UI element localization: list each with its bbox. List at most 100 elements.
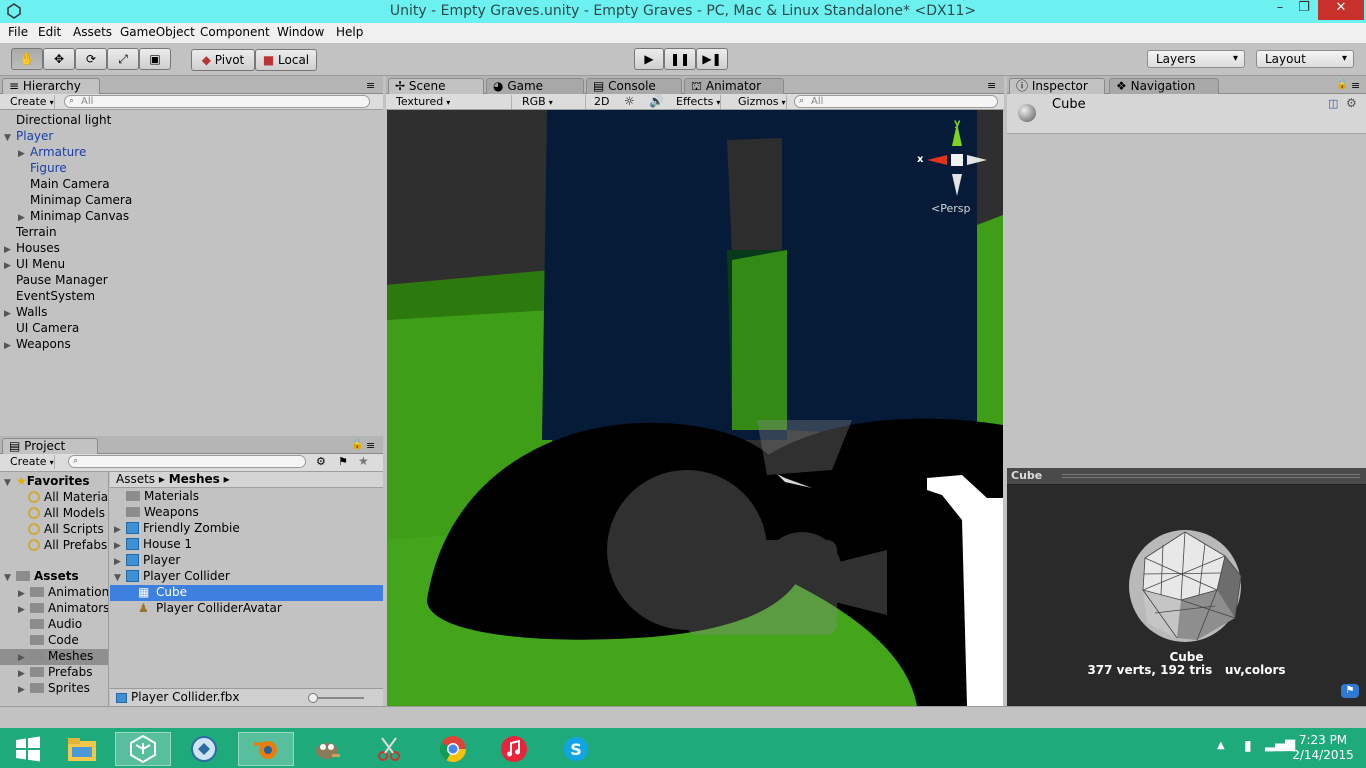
filter-label-icon[interactable]: ⚑ (338, 455, 348, 468)
asset-labels-icon[interactable]: ⚑ (1341, 684, 1359, 698)
start-button[interactable] (0, 732, 56, 766)
hierarchy-item[interactable]: UI Camera (0, 321, 383, 337)
breadcrumb-assets[interactable]: Assets (116, 472, 155, 486)
2d-toggle[interactable]: 2D (594, 95, 609, 108)
asset-folder[interactable]: Code (0, 633, 108, 649)
file-item[interactable]: ▶ Friendly Zombie (110, 521, 383, 537)
menu-gameobject[interactable]: GameObject (120, 25, 195, 39)
menu-assets[interactable]: Assets (73, 25, 112, 39)
system-clock[interactable]: 7:23 PM 2/14/2015 (1290, 733, 1356, 763)
assets-section[interactable]: ▼ Assets (0, 569, 108, 585)
orientation-gizmo[interactable]: y x <Persp (912, 118, 1002, 218)
file-item-selected[interactable]: ▦ Cube (110, 585, 383, 601)
lighting-toggle-icon[interactable]: ☼ (624, 94, 635, 108)
rect-tool-button[interactable]: ▣ (139, 48, 171, 70)
hierarchy-item[interactable]: EventSystem (0, 289, 383, 305)
show-hidden-icons-icon[interactable]: ▲ (1217, 740, 1225, 751)
collapsed-arrow-icon[interactable]: ▶ (4, 259, 16, 274)
menu-file[interactable]: File (8, 25, 28, 39)
collapsed-arrow-icon[interactable]: ▶ (114, 555, 126, 570)
help-icon[interactable]: ◫ (1328, 97, 1338, 110)
hierarchy-item[interactable]: Terrain (0, 225, 383, 241)
expanded-arrow-icon[interactable]: ▼ (114, 571, 126, 586)
favorite-item[interactable]: All Prefabs (0, 538, 108, 554)
project-create-dropdown[interactable]: Create (6, 455, 55, 469)
snipping-tool-taskbar-icon[interactable] (361, 732, 417, 766)
lock-icon[interactable]: 🔒 (351, 439, 363, 450)
minimize-button[interactable]: – (1268, 0, 1292, 20)
battery-icon[interactable]: ▮ (1244, 738, 1252, 754)
asset-folder[interactable]: ▶ Animators (0, 601, 108, 617)
collapsed-arrow-icon[interactable]: ▶ (114, 523, 126, 538)
scene-search-input[interactable]: All (794, 95, 998, 108)
hierarchy-item[interactable]: ▶ UI Menu (0, 257, 383, 273)
effects-dropdown[interactable]: Effects (672, 95, 722, 109)
tab-project[interactable]: ▤ Project (2, 438, 98, 455)
filter-type-icon[interactable]: ⚙ (316, 455, 326, 468)
tab-console[interactable]: ▤ Console (586, 78, 682, 95)
hierarchy-item[interactable]: ▶ Armature (0, 145, 383, 161)
shading-mode-dropdown[interactable]: Textured (392, 95, 512, 109)
favorite-star-icon[interactable]: ★ (358, 454, 369, 468)
collapsed-arrow-icon[interactable]: ▶ (18, 683, 30, 698)
move-tool-button[interactable]: ✥ (43, 48, 75, 70)
skype-taskbar-icon[interactable]: S (548, 732, 604, 766)
tab-inspector[interactable]: ⓘ Inspector (1009, 78, 1105, 95)
file-item[interactable]: ▶ House 1 (110, 537, 383, 553)
hierarchy-item[interactable]: Figure (0, 161, 383, 177)
hand-tool-button[interactable]: ✋ (11, 48, 43, 70)
scale-tool-button[interactable]: ⤢ (107, 48, 139, 70)
hierarchy-item[interactable]: Main Camera (0, 177, 383, 193)
menu-edit[interactable]: Edit (38, 25, 61, 39)
tab-hierarchy[interactable]: ≡ Hierarchy (2, 78, 100, 95)
blender-taskbar-icon[interactable] (238, 732, 294, 766)
zoom-slider-thumb[interactable] (308, 693, 318, 703)
collapsed-arrow-icon[interactable]: ▶ (18, 667, 30, 682)
play-button[interactable]: ▶ (634, 48, 664, 70)
expanded-arrow-icon[interactable]: ▼ (4, 131, 16, 146)
tab-navigation[interactable]: ❖ Navigation (1109, 78, 1219, 95)
hierarchy-item[interactable]: ▶ Houses (0, 241, 383, 257)
breadcrumb-meshes[interactable]: Meshes (169, 472, 220, 486)
hierarchy-item[interactable]: Minimap Camera (0, 193, 383, 209)
projection-label[interactable]: <Persp (931, 202, 970, 215)
asset-folder[interactable]: ▶ Sprites (0, 681, 108, 697)
collapsed-arrow-icon[interactable]: ▶ (114, 539, 126, 554)
panel-menu-icon[interactable]: ≡ (1351, 79, 1360, 92)
hierarchy-search-input[interactable]: All (64, 95, 370, 108)
lock-icon[interactable]: 🔒 (1336, 79, 1348, 90)
unity-taskbar-icon[interactable] (115, 732, 171, 766)
panel-menu-icon[interactable]: ≡ (987, 79, 996, 92)
hierarchy-item[interactable]: ▶ Weapons (0, 337, 383, 353)
chrome-taskbar-icon[interactable] (425, 732, 481, 766)
hierarchy-create-dropdown[interactable]: Create (6, 95, 55, 109)
asset-folder-selected[interactable]: ▶ Meshes (0, 649, 108, 665)
favorite-item[interactable]: All Scripts (0, 522, 108, 538)
gimp-taskbar-icon[interactable] (299, 732, 355, 766)
favorites-section[interactable]: ▼ ★Favorites (0, 474, 108, 490)
collapsed-arrow-icon[interactable]: ▶ (18, 603, 30, 618)
collapsed-arrow-icon[interactable]: ▶ (4, 339, 16, 354)
collapsed-arrow-icon[interactable]: ▶ (18, 651, 30, 666)
layout-dropdown[interactable]: Layout (1256, 50, 1354, 68)
menu-component[interactable]: Component (200, 25, 270, 39)
gizmos-dropdown[interactable]: Gizmos (734, 95, 787, 109)
zoom-slider[interactable] (308, 693, 364, 703)
cube-mesh-preview[interactable] (1125, 528, 1247, 646)
close-button[interactable]: ✕ (1318, 0, 1364, 20)
layers-dropdown[interactable]: Layers (1147, 50, 1245, 68)
file-item[interactable]: ▶ Player (110, 553, 383, 569)
hierarchy-item[interactable]: ▼ Player (0, 129, 383, 145)
file-explorer-taskbar-icon[interactable] (54, 732, 110, 766)
file-item[interactable]: ♟ Player ColliderAvatar (110, 601, 383, 617)
preview-resize-handle[interactable] (1062, 474, 1360, 478)
tab-game[interactable]: ◕ Game (486, 78, 584, 95)
hierarchy-item[interactable]: Pause Manager (0, 273, 383, 289)
expanded-arrow-icon[interactable]: ▼ (4, 476, 16, 491)
favorite-item[interactable]: All Material (0, 490, 108, 506)
asset-folder[interactable]: ▶ Animations (0, 585, 108, 601)
pause-button[interactable]: ❚❚ (664, 48, 696, 70)
file-item[interactable]: Weapons (110, 505, 383, 521)
render-mode-dropdown[interactable]: RGB (518, 95, 586, 109)
tab-scene[interactable]: ✢ Scene (388, 78, 484, 95)
